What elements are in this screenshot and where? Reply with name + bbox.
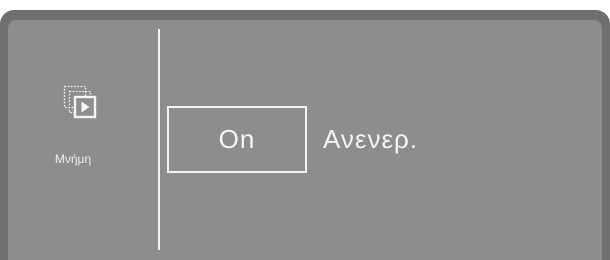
divider [158, 29, 160, 250]
memory-play-icon [63, 85, 97, 119]
display-screen: Μνήμη On Ανενερ. [8, 20, 602, 260]
sidebar-item-label: Μνήμη [54, 152, 92, 166]
option-on-button[interactable]: On [167, 106, 307, 173]
sidebar-item-memory[interactable]: Μνήμη [8, 75, 158, 175]
option-off-button[interactable]: Ανενερ. [323, 106, 418, 173]
